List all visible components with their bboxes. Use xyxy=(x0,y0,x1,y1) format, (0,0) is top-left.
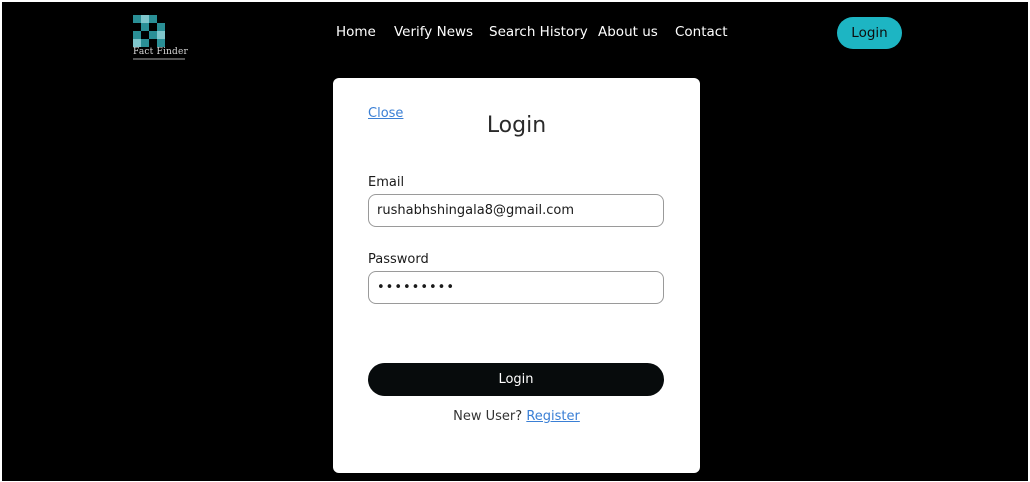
password-field[interactable] xyxy=(368,271,664,304)
nav-about-us[interactable]: About us xyxy=(598,24,658,40)
brand-name: Fact Finder xyxy=(133,47,189,57)
header-login-button[interactable]: Login xyxy=(837,17,902,49)
nav-verify-news[interactable]: Verify News xyxy=(394,24,473,40)
email-field[interactable] xyxy=(368,194,664,227)
password-label: Password xyxy=(368,252,429,267)
page-background: Fact Finder Home Verify News Search Hist… xyxy=(2,2,1028,481)
register-prompt: New User? Register xyxy=(333,409,700,424)
login-submit-button[interactable]: Login xyxy=(368,363,664,396)
email-label: Email xyxy=(368,175,405,190)
modal-title: Login xyxy=(486,113,547,138)
login-modal: Close Login Email Password Login New Use… xyxy=(333,78,700,473)
register-link[interactable]: Register xyxy=(526,409,580,424)
nav-search-history[interactable]: Search History xyxy=(489,24,588,40)
nav-contact[interactable]: Contact xyxy=(675,24,728,40)
nav-home[interactable]: Home xyxy=(336,24,376,40)
brand-tagline-line xyxy=(133,58,185,60)
new-user-text: New User? xyxy=(453,409,523,424)
